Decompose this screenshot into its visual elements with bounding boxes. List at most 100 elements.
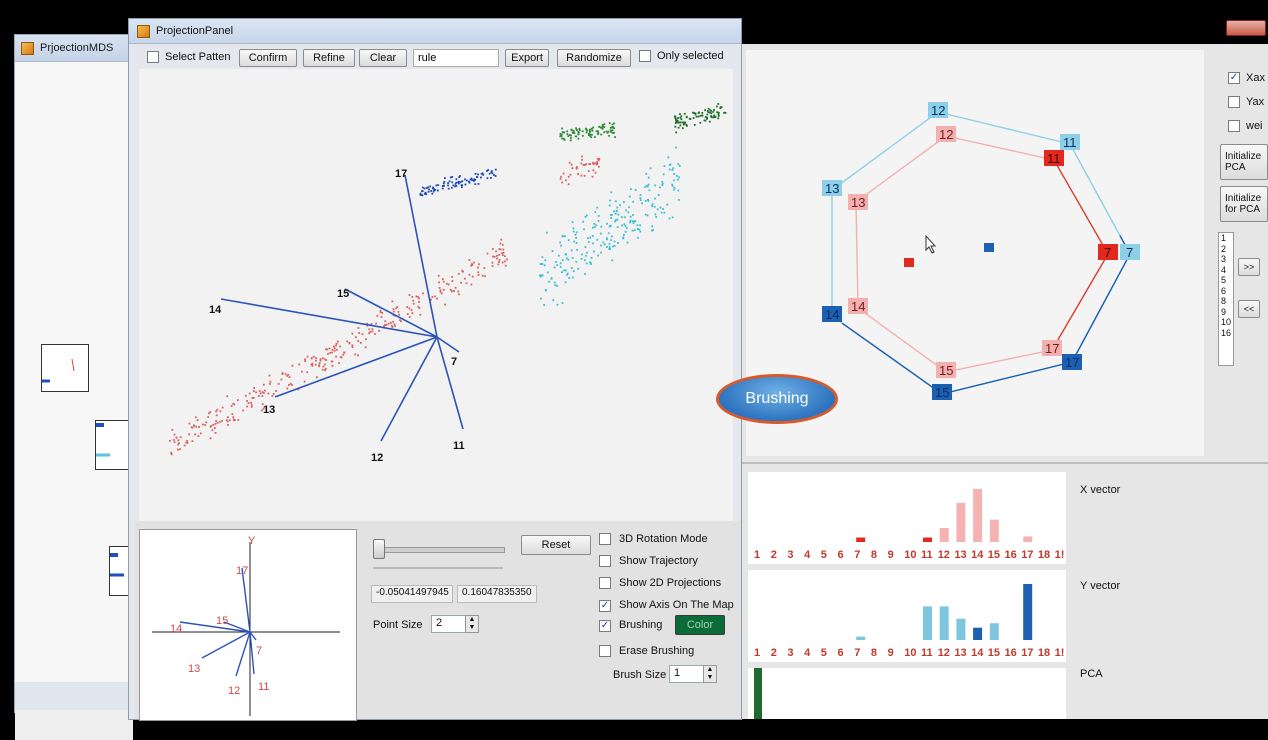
- scatter-point: [324, 363, 326, 366]
- axis-line-14: [220, 298, 438, 338]
- projection-panel-titlebar[interactable]: ProjectionPanel: [129, 19, 741, 44]
- brush-size-input[interactable]: 1: [669, 665, 705, 683]
- weight-checkbox[interactable]: [1228, 120, 1240, 132]
- scatter-point: [679, 113, 681, 115]
- scatter-point: [469, 178, 472, 181]
- scatter-point: [602, 241, 605, 244]
- rule-input[interactable]: [413, 49, 499, 67]
- axis-preview[interactable]: Y 17 15 14 7 13 12 11: [139, 529, 357, 721]
- scatter-canvas[interactable]: 17 15 14 7 13 12 11: [139, 69, 733, 535]
- scatter-point: [668, 217, 671, 220]
- scatter-point: [423, 187, 426, 190]
- background-window[interactable]: PrjoectionMDS: [14, 34, 137, 740]
- radar-blue-centroid[interactable]: [984, 243, 994, 252]
- y-vector-chart[interactable]: 1 2 3 4 5 6 7 8 9 10 11 12 13 14 15 16 17 18 1!: [748, 570, 1066, 662]
- list-item[interactable]: 10: [1221, 317, 1233, 328]
- radar-red-centroid[interactable]: [904, 258, 914, 267]
- brush-color-button[interactable]: Color: [675, 615, 725, 635]
- scatter-point: [577, 133, 580, 136]
- projection-panel-window[interactable]: ProjectionPanel Select Patten Confirm Re…: [128, 18, 742, 721]
- background-window-titlebar[interactable]: PrjoectionMDS: [15, 35, 133, 62]
- scatter-point: [659, 186, 661, 189]
- list-item[interactable]: 4: [1221, 265, 1233, 276]
- scatter-point: [614, 136, 616, 138]
- list-item[interactable]: 1: [1221, 233, 1233, 244]
- scatter-point: [284, 373, 287, 375]
- show-axis-checkbox[interactable]: ✓: [599, 600, 611, 612]
- list-item[interactable]: 9: [1221, 307, 1233, 318]
- x-vector-chart[interactable]: 1 2 3 4 5 6 7 8 9 10 11 12 13 14 15 16 17 18 1!: [748, 472, 1066, 564]
- window-close-button[interactable]: [1226, 20, 1266, 36]
- xaxis-checkbox[interactable]: ✓: [1228, 72, 1240, 84]
- list-item[interactable]: 8: [1221, 296, 1233, 307]
- scatter-point: [575, 260, 578, 263]
- scatter-point: [431, 192, 434, 195]
- point-size-input[interactable]: 2: [431, 615, 467, 633]
- value-field-b[interactable]: 0.16047835350: [457, 585, 537, 603]
- rotation-slider-thumb[interactable]: [373, 539, 385, 559]
- clear-button[interactable]: Clear: [359, 49, 407, 67]
- reset-button[interactable]: Reset: [521, 535, 591, 555]
- scatter-point: [608, 204, 611, 207]
- scatter-point: [463, 277, 466, 280]
- scatter-point: [246, 400, 248, 402]
- list-item[interactable]: 3: [1221, 254, 1233, 265]
- show-2d-projections-checkbox[interactable]: [599, 577, 611, 589]
- scatter-point: [575, 242, 578, 244]
- scatter-point: [179, 436, 182, 439]
- vector-bar: [956, 502, 966, 542]
- scatter-point: [304, 358, 306, 361]
- axis-line-11: [436, 336, 464, 430]
- point-size-spinner[interactable]: ▲ ▼: [465, 615, 479, 633]
- randomize-button[interactable]: Randomize: [557, 49, 631, 67]
- initialize-for-pca-button[interactable]: Initialize for PCA: [1220, 186, 1268, 222]
- scatter-point: [374, 333, 376, 335]
- scatter-point: [597, 220, 600, 222]
- value-field-a[interactable]: -0.05041497945: [371, 585, 453, 603]
- only-selected-checkbox[interactable]: [639, 50, 651, 62]
- scatter-point: [494, 175, 497, 177]
- scatter-point: [445, 282, 448, 285]
- back-button[interactable]: <<: [1238, 300, 1260, 318]
- show-trajectory-checkbox[interactable]: [599, 555, 611, 567]
- pca-bar: [754, 668, 762, 719]
- rotation-slider-track[interactable]: [373, 547, 505, 553]
- rotation-mode-checkbox[interactable]: [599, 533, 611, 545]
- scatter-point: [611, 214, 613, 216]
- list-item[interactable]: 5: [1221, 275, 1233, 286]
- pca-chart[interactable]: [748, 668, 1066, 719]
- confirm-button[interactable]: Confirm: [239, 49, 297, 67]
- initialize-pca-button[interactable]: Initialize PCA: [1220, 144, 1268, 180]
- background-window-canvas[interactable]: [15, 62, 137, 740]
- list-item[interactable]: 2: [1221, 244, 1233, 255]
- mini-view[interactable]: [28, 344, 89, 392]
- list-item[interactable]: 6: [1221, 286, 1233, 297]
- scatter-point: [651, 203, 654, 206]
- yaxis-checkbox[interactable]: [1228, 96, 1240, 108]
- scatter-point: [169, 439, 171, 442]
- scatter-point: [559, 177, 562, 180]
- list-item[interactable]: 16: [1221, 328, 1233, 339]
- scatter-point: [368, 332, 370, 335]
- scatter-point: [619, 204, 621, 207]
- brushing-checkbox[interactable]: ✓: [599, 620, 611, 632]
- scatter-point: [287, 373, 290, 376]
- scatter-point: [544, 259, 547, 262]
- erase-brushing-checkbox[interactable]: [599, 645, 611, 657]
- brush-size-spinner[interactable]: ▲ ▼: [703, 665, 717, 683]
- scatter-point: [677, 163, 680, 165]
- scatter-point: [493, 255, 496, 258]
- scatter-point: [357, 340, 360, 342]
- scatter-point: [215, 420, 217, 422]
- forward-button[interactable]: >>: [1238, 258, 1260, 276]
- scatter-point: [632, 200, 635, 203]
- dimension-list[interactable]: 1 2 3 4 5 6 8 9 10 16: [1218, 232, 1234, 366]
- scatter-point: [556, 303, 559, 306]
- scatter-point: [271, 394, 274, 397]
- refine-button[interactable]: Refine: [303, 49, 355, 67]
- select-pattern-checkbox[interactable]: [147, 51, 159, 63]
- export-button[interactable]: Export: [505, 49, 549, 67]
- projection-scatter-plot[interactable]: 17 15 14 7 13 12 11: [139, 69, 733, 535]
- scatter-point: [448, 180, 451, 183]
- scatter-point: [577, 137, 580, 140]
